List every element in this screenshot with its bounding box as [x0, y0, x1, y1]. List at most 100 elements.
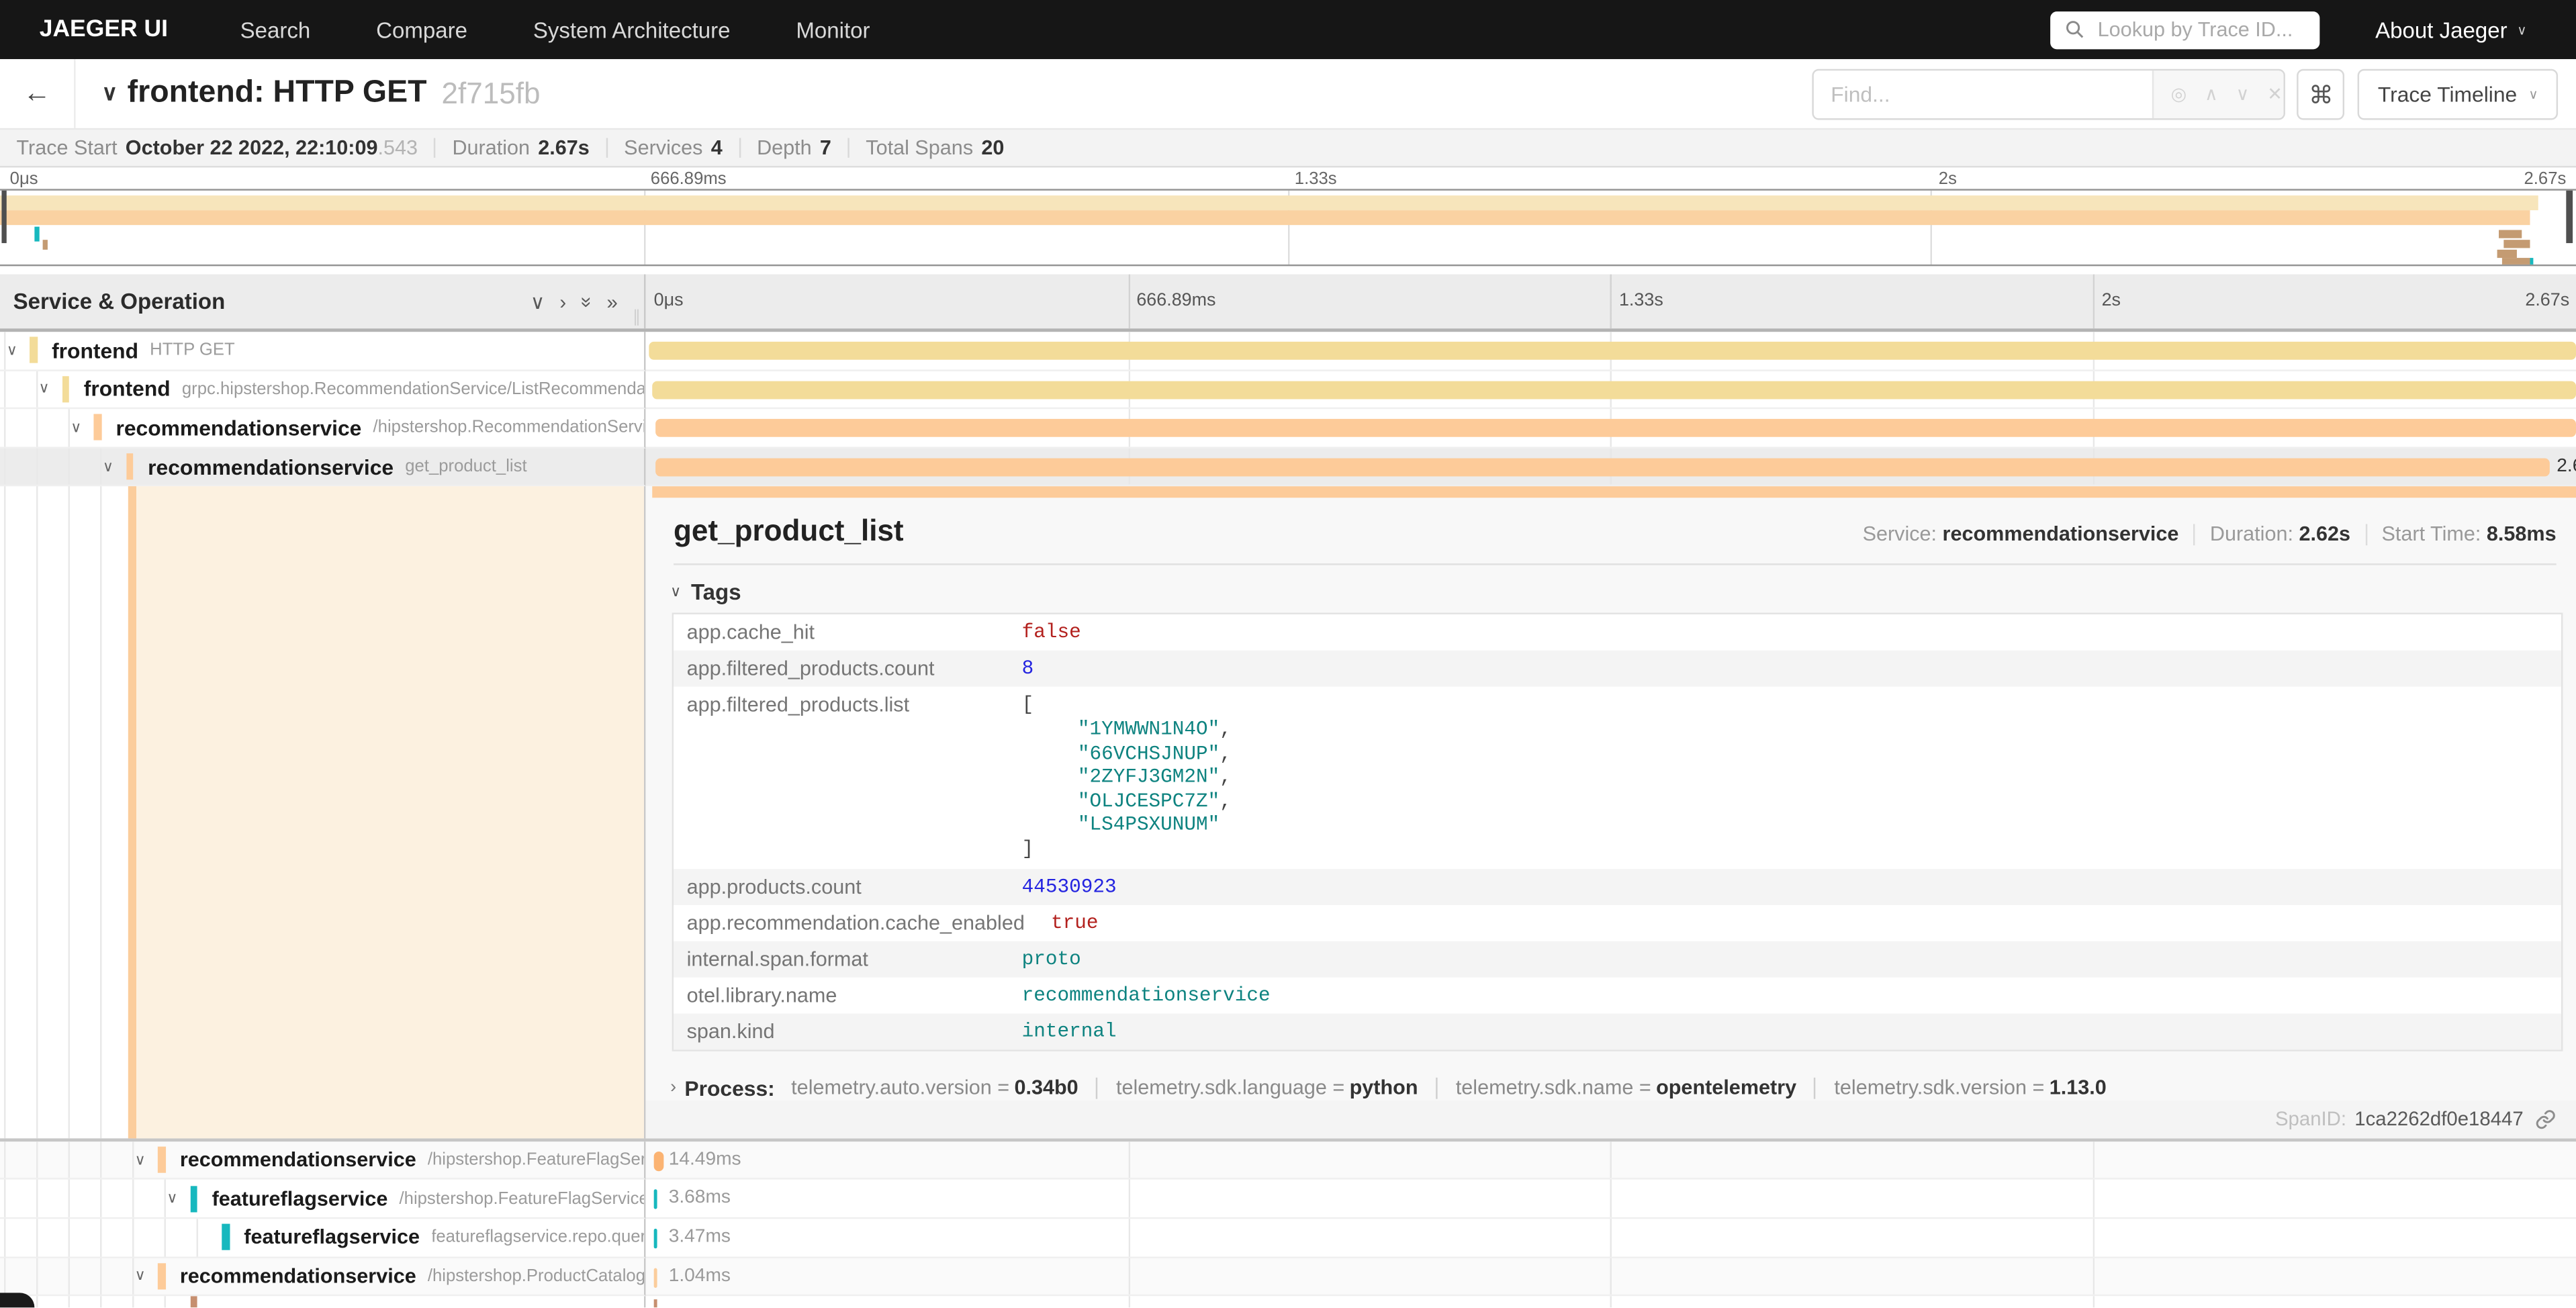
span-duration-label: 14.49ms: [669, 1150, 741, 1169]
nav-item-compare[interactable]: Compare: [376, 17, 467, 42]
service-name: featureflagservice: [244, 1226, 420, 1249]
expand-one-icon[interactable]: ›: [559, 290, 566, 313]
trace-view-select[interactable]: Trace Timeline ∨: [2358, 69, 2559, 120]
expand-all-icon[interactable]: »: [606, 290, 617, 313]
column-resize-grip[interactable]: ∥: [633, 309, 641, 327]
trace-minimap[interactable]: 0μs 666.89ms 1.33s 2s 2.67s: [0, 168, 2576, 265]
service-color-bar: [158, 1147, 165, 1173]
services-label: Services: [624, 136, 702, 159]
service-name: frontend: [84, 377, 171, 402]
trace-start-label: Trace Start: [16, 136, 117, 159]
span-id-value: 1ca2262df0e18447: [2354, 1108, 2523, 1131]
minimap-left-handle[interactable]: [1, 191, 6, 243]
service-name: recommendationservice: [148, 455, 394, 479]
keyboard-shortcuts-button[interactable]: ⌘: [2297, 69, 2345, 120]
trace-id-short: 2f715fb: [442, 77, 541, 111]
span-row-productcatalog-call[interactable]: ∨ recommendationservice /hipstershop.Pro…: [0, 1258, 2576, 1297]
minimap-span-tan: [2499, 230, 2522, 238]
span-bar[interactable]: [656, 458, 2550, 476]
detail-duration-value: 2.62s: [2299, 523, 2351, 546]
depth-value: 7: [820, 136, 831, 159]
minimap-span-tan: [2503, 240, 2530, 248]
span-bar[interactable]: [653, 1229, 657, 1248]
about-jaeger-menu[interactable]: About Jaeger ∨: [2375, 17, 2526, 42]
tags-section-toggle[interactable]: ∨ Tags: [670, 581, 2576, 606]
focus-target-icon[interactable]: ◎: [2171, 84, 2187, 105]
span-bar[interactable]: [653, 1151, 663, 1170]
detail-service-value: recommendationservice: [1943, 523, 2179, 546]
timeline-header: Service & Operation ∨ › » » ∥ 0μs 666.89…: [0, 275, 2576, 332]
trace-id-lookup-input[interactable]: [2095, 16, 2305, 42]
span-detail-accent-bar: [652, 487, 2576, 498]
tag-row: app.cache_hit false: [674, 615, 2561, 651]
process-section-toggle[interactable]: › Process: telemetry.auto.version =0.34b…: [670, 1075, 2576, 1100]
minimap-span-teal: [34, 227, 39, 242]
tag-row: app.filtered_products.list [ "1YMWWN1N4O…: [674, 688, 2561, 868]
tags-table: app.cache_hit false app.filtered_product…: [672, 613, 2563, 1050]
find-input[interactable]: [1814, 71, 2153, 118]
span-bar[interactable]: [653, 1299, 657, 1307]
span-row-featureflagservice-getflag[interactable]: ∨ featureflagservice /hipstershop.Featur…: [0, 1180, 2576, 1219]
trace-title: frontend: HTTP GET: [128, 76, 427, 112]
span-collapse-icon[interactable]: ∨: [103, 458, 126, 476]
span-collapse-icon[interactable]: ∨: [7, 341, 30, 359]
duration-value: 2.67s: [538, 136, 590, 159]
service-color-bar: [190, 1185, 197, 1211]
collapse-one-icon[interactable]: ∨: [531, 290, 545, 313]
span-id-row: SpanID: 1ca2262df0e18447: [645, 1101, 2576, 1138]
service-name: recommendationservice: [180, 1264, 416, 1287]
span-bar[interactable]: [653, 1268, 657, 1287]
collapse-all-icon[interactable]: »: [575, 296, 598, 307]
span-duration-label: 1.04ms: [669, 1266, 731, 1285]
span-collapse-icon[interactable]: ∨: [71, 419, 93, 437]
find-box: ◎ ∧ ∨ ✕: [1812, 69, 2286, 120]
detail-duration-label: Duration:: [2210, 523, 2293, 546]
find-clear-icon[interactable]: ✕: [2267, 84, 2283, 105]
span-duration-label: 2.62s: [2557, 457, 2576, 476]
span-row-partial[interactable]: [0, 1297, 2576, 1308]
app-brand[interactable]: JAEGER UI: [40, 16, 168, 42]
span-detail-tree-offset: [0, 487, 645, 1138]
span-collapse-icon[interactable]: ∨: [167, 1190, 189, 1208]
nav-item-system-architecture[interactable]: System Architecture: [533, 17, 731, 42]
span-row-frontend-listrecommendations[interactable]: ∨ frontend grpc.hipstershop.Recommendati…: [0, 371, 2576, 410]
find-next-icon[interactable]: ∨: [2236, 84, 2250, 105]
command-icon: ⌘: [2309, 80, 2334, 109]
link-icon[interactable]: [2535, 1109, 2557, 1130]
operation-name: featureflagservice.repo.query:fe...: [431, 1227, 644, 1247]
find-prev-icon[interactable]: ∧: [2205, 84, 2218, 105]
span-row-featureflagservice-repo-query[interactable]: featureflagservice featureflagservice.re…: [0, 1219, 2576, 1258]
span-row-frontend-httpget[interactable]: ∨ frontend HTTP GET: [0, 332, 2576, 371]
trace-start-value: October 22 2022, 22:10:09: [126, 136, 378, 159]
span-collapse-icon[interactable]: ∨: [38, 380, 61, 398]
span-detail-row: get_product_list Service: recommendation…: [0, 487, 2576, 1141]
span-bar[interactable]: [653, 1190, 657, 1209]
span-bar[interactable]: [651, 381, 2576, 399]
span-duration-label: 3.47ms: [669, 1227, 731, 1246]
minimap-right-handle[interactable]: [2566, 191, 2573, 243]
process-pair: telemetry.auto.version =0.34b0: [791, 1076, 1078, 1099]
selected-span-highlight: [136, 487, 644, 1138]
operation-name: /hipstershop.FeatureFlagService/Ge...: [400, 1188, 644, 1208]
minimap-canvas[interactable]: [0, 189, 2576, 266]
service-color-bar: [190, 1297, 197, 1308]
back-button[interactable]: ←: [0, 59, 76, 128]
nav-item-search[interactable]: Search: [240, 17, 311, 42]
span-bar[interactable]: [649, 342, 2576, 360]
span-row-recommendation-listrecs[interactable]: ∨ recommendationservice /hipstershop.Rec…: [0, 410, 2576, 449]
span-collapse-icon[interactable]: ∨: [135, 1151, 158, 1169]
service-name: recommendationservice: [116, 416, 361, 440]
process-label: Process:: [684, 1075, 774, 1100]
tree-header-title: Service & Operation: [13, 289, 226, 314]
timeline-ticks: 0μs 666.89ms 1.33s 2s 2.67s: [645, 275, 2576, 329]
span-bar[interactable]: [656, 419, 2576, 437]
trace-collapse-chevron-icon[interactable]: ∨: [102, 81, 118, 107]
minimap-span-band-1: [0, 195, 2538, 210]
span-collapse-icon[interactable]: ∨: [135, 1267, 158, 1285]
trace-id-lookup[interactable]: [2050, 11, 2319, 48]
duration-label: Duration: [452, 136, 530, 159]
nav-item-monitor[interactable]: Monitor: [796, 17, 870, 42]
span-row-get-product-list[interactable]: ∨ recommendationservice get_product_list…: [0, 448, 2576, 487]
tag-row: internal.span.format proto: [674, 941, 2561, 977]
span-row-featureflag-call[interactable]: ∨ recommendationservice /hipstershop.Fea…: [0, 1141, 2576, 1180]
